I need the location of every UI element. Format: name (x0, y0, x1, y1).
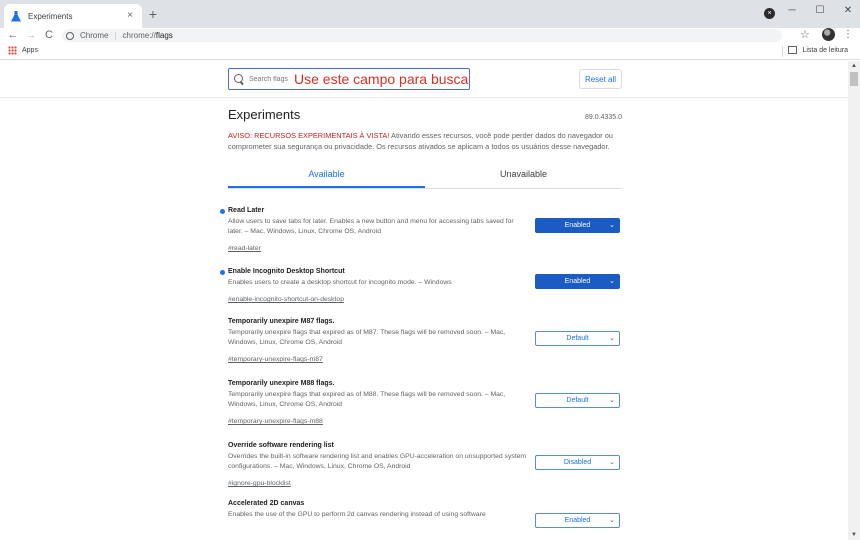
flag-name: Accelerated 2D canvas (228, 500, 305, 507)
reading-list-label: Lista de leitura (802, 46, 848, 54)
tab-experiments[interactable]: Experiments × (4, 4, 142, 28)
flags-page: Use este campo para busca Reset all Expe… (0, 61, 860, 540)
search-input[interactable] (249, 75, 294, 83)
flag-link[interactable]: #temporary-unexpire-flags-m88 (228, 418, 323, 425)
flag-state-select[interactable]: Default ⌄ (535, 331, 620, 346)
reset-all-button[interactable]: Reset all (579, 69, 622, 89)
back-button[interactable]: ← (6, 28, 20, 42)
flag-name: Read Later (228, 207, 265, 214)
main-content: Experiments 89.0.4335.0 AVISO: RECURSOS … (220, 105, 622, 540)
tab-available[interactable]: Available (228, 166, 425, 188)
apps-shortcut[interactable]: Apps (8, 46, 38, 55)
flag-state-select[interactable]: Enabled ⌄ (535, 274, 620, 289)
chevron-down-icon: ⌄ (609, 517, 615, 524)
tab-close-icon[interactable]: × (124, 10, 136, 22)
close-window-button[interactable]: ✕ (834, 0, 860, 20)
modified-indicator (220, 209, 225, 214)
flag-list: Read Later Allow users to save tabs for … (220, 207, 622, 540)
flag-name: Temporarily unexpire M88 flags. (228, 380, 335, 387)
url-separator: | (114, 31, 117, 40)
flag-state-value: Disabled (563, 459, 592, 466)
bookmarks-divider (782, 46, 783, 57)
warning-text: AVISO: RECURSOS EXPERIMENTAIS À VISTA! A… (228, 130, 622, 152)
flag-description: Allow users to save tabs for later. Enab… (228, 218, 514, 235)
tab-bar: Available Unavailable (228, 166, 622, 189)
page-title: Experiments (228, 107, 301, 122)
flag-state-value: Enabled (564, 278, 591, 285)
bookmarks-bar: Apps Lista de leitura (0, 43, 860, 60)
minimize-button[interactable]: ─ (778, 0, 806, 20)
flag-ignore-gpu-blocklist: Override software rendering list Overrid… (228, 442, 622, 500)
site-info-icon[interactable] (66, 31, 74, 40)
tab-unavailable[interactable]: Unavailable (425, 166, 622, 188)
flag-name: Temporarily unexpire M87 flags. (228, 318, 335, 325)
flag-link[interactable]: #ignore-gpu-blocklist (228, 480, 291, 487)
flag-read-later: Read Later Allow users to save tabs for … (220, 207, 622, 268)
tab-title: Experiments (28, 11, 73, 21)
scroll-up-arrow-icon[interactable]: ▲ (848, 61, 860, 71)
flag-description: Enables users to create a desktop shortc… (228, 279, 452, 286)
flag-state-select[interactable]: Default ⌄ (535, 393, 620, 408)
flag-incognito-shortcut: Enable Incognito Desktop Shortcut Enable… (220, 268, 622, 318)
flag-state-select[interactable]: Disabled ⌄ (535, 455, 620, 470)
chevron-down-icon: ⌄ (609, 335, 615, 342)
search-annotation: Use este campo para busca (294, 71, 469, 87)
search-header: Use este campo para busca Reset all (0, 61, 848, 98)
reading-list-button[interactable]: Lista de leitura (788, 46, 848, 54)
chevron-down-icon: ⌄ (609, 278, 615, 285)
bookmark-star-icon[interactable]: ☆ (800, 28, 810, 42)
scheme-label: Chrome (80, 31, 109, 40)
flag-state-value: Enabled (564, 222, 591, 229)
flag-state-value: Default (566, 397, 589, 404)
maximize-button[interactable]: ☐ (806, 0, 834, 20)
chevron-down-icon: ⌄ (609, 222, 615, 229)
flag-link[interactable]: #read-later (228, 245, 261, 252)
search-container[interactable]: Use este campo para busca (228, 68, 470, 90)
flag-name: Override software rendering list (228, 442, 334, 449)
vertical-scrollbar[interactable]: ▲ ▼ (848, 61, 860, 540)
flag-link[interactable]: #enable-incognito-shortcut-on-desktop (228, 296, 344, 303)
flag-state-select[interactable]: Enabled ⌄ (535, 513, 620, 528)
url-prefix: chrome:// (122, 31, 156, 40)
reading-list-icon (788, 46, 798, 54)
scroll-thumb[interactable] (850, 72, 858, 86)
scroll-down-arrow-icon[interactable]: ▼ (848, 530, 860, 540)
url-host: flags (155, 31, 173, 40)
flag-link[interactable]: #temporary-unexpire-flags-m87 (228, 356, 323, 363)
modified-indicator (220, 270, 225, 275)
flag-unexpire-m87: Temporarily unexpire M87 flags. Temporar… (228, 318, 622, 380)
forward-button[interactable]: → (24, 28, 38, 42)
flask-icon (10, 10, 22, 22)
apps-label: Apps (22, 47, 38, 54)
flag-state-select[interactable]: Enabled ⌄ (535, 218, 620, 233)
search-icon (234, 73, 245, 85)
flag-state-value: Default (566, 335, 589, 342)
flag-unexpire-m88: Temporarily unexpire M88 flags. Temporar… (228, 380, 622, 442)
reload-button[interactable]: C (42, 28, 56, 42)
flag-description: Overrides the built-in software renderin… (228, 453, 527, 470)
chevron-down-icon: ⌄ (609, 397, 615, 404)
profile-badge-icon[interactable]: × (764, 8, 775, 19)
flag-accelerated-2d-canvas: Accelerated 2D canvas Enables the use of… (228, 500, 622, 540)
address-bar[interactable]: Chrome | chrome://flags (62, 29, 782, 42)
tab-strip: Experiments × + × ─ ☐ ✕ (0, 0, 860, 28)
version-label: 89.0.4335.0 (585, 114, 622, 121)
url-text: chrome://flags (123, 31, 173, 40)
chevron-down-icon: ⌄ (609, 459, 615, 466)
menu-icon[interactable]: ⋮ (843, 28, 853, 42)
flag-description: Temporarily unexpire flags that expired … (228, 329, 506, 346)
apps-grid-icon (8, 46, 17, 55)
flag-description: Enables the use of the GPU to perform 2d… (228, 511, 486, 518)
new-tab-button[interactable]: + (146, 7, 160, 21)
heading-row: Experiments 89.0.4335.0 (228, 105, 622, 127)
avatar[interactable] (822, 28, 835, 41)
warning-headline: AVISO: RECURSOS EXPERIMENTAIS À VISTA! (228, 131, 390, 140)
flag-description: Temporarily unexpire flags that expired … (228, 391, 506, 408)
flag-state-value: Enabled (564, 517, 591, 524)
toolbar: ← → C Chrome | chrome://flags ☆ ⋮ (0, 28, 860, 43)
